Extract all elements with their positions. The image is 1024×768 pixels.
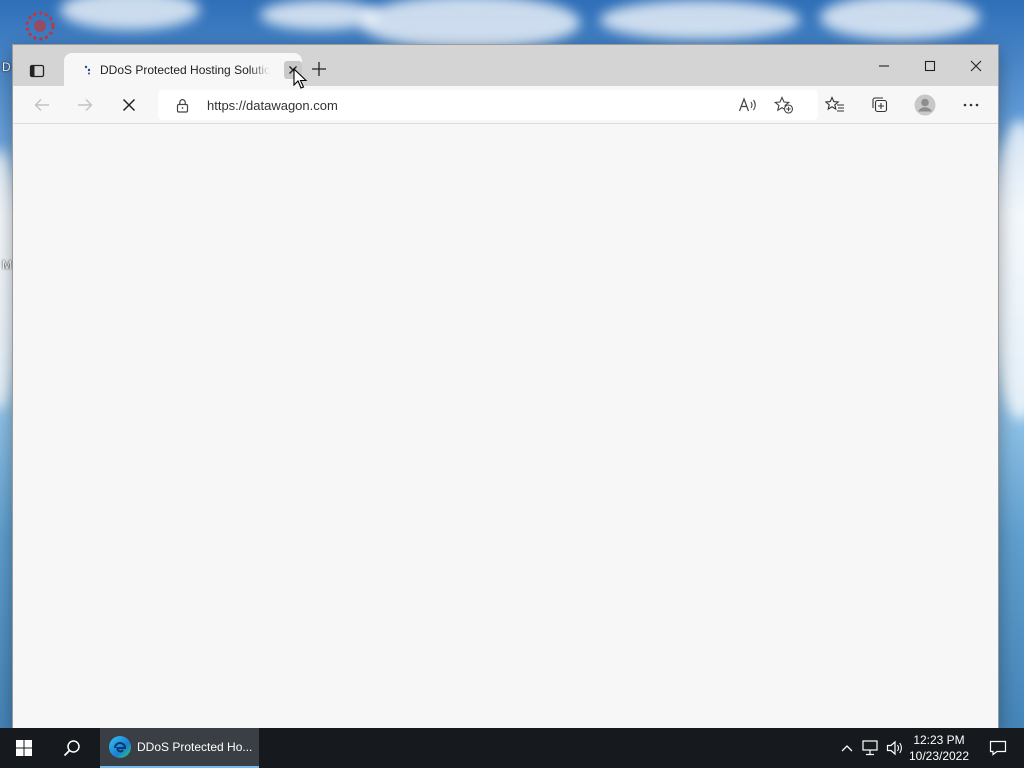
- search-icon[interactable]: [48, 728, 96, 768]
- network-icon[interactable]: [860, 737, 882, 759]
- toolbar: https://datawagon.com: [13, 86, 998, 124]
- browser-tab[interactable]: DDoS Protected Hosting Solutions: [64, 53, 302, 86]
- taskbar-app-edge[interactable]: DDoS Protected Ho...: [100, 728, 259, 768]
- lock-icon[interactable]: [174, 97, 190, 113]
- title-bar: DDoS Protected Hosting Solutions: [13, 45, 998, 86]
- favorites-icon[interactable]: [820, 91, 850, 119]
- url-text[interactable]: https://datawagon.com: [207, 98, 338, 113]
- tab-title: DDoS Protected Hosting Solutions: [100, 62, 270, 77]
- notification-icon[interactable]: [978, 728, 1018, 768]
- star-add-icon[interactable]: [772, 94, 796, 116]
- profile-icon[interactable]: [910, 91, 940, 119]
- taskbar-app-label: DDoS Protected Ho...: [137, 740, 253, 754]
- taskbar: DDoS Protected Ho... 12:23 PM 10/23/2022: [0, 728, 1024, 768]
- desktop-icon[interactable]: [18, 6, 62, 46]
- close-window-icon[interactable]: [953, 45, 999, 86]
- desktop-label-fragment: D: [2, 60, 11, 74]
- collections-icon[interactable]: [865, 91, 895, 119]
- stop-icon[interactable]: [114, 91, 144, 119]
- mouse-cursor-icon: [293, 68, 308, 89]
- system-clock[interactable]: 12:23 PM 10/23/2022: [902, 732, 976, 764]
- windows-icon[interactable]: [0, 728, 48, 768]
- loading-dots-icon: [80, 62, 96, 78]
- plus-icon[interactable]: [307, 57, 331, 81]
- edge-icon: [108, 735, 132, 759]
- clock-time: 12:23 PM: [913, 733, 965, 747]
- more-icon[interactable]: [956, 91, 986, 119]
- read-aloud-icon[interactable]: [736, 94, 760, 116]
- arrow-left-icon[interactable]: [27, 91, 57, 119]
- maximize-icon[interactable]: [907, 45, 953, 86]
- desktop-label-fragment: M: [2, 258, 12, 272]
- page-content: [13, 125, 998, 729]
- chevron-up-icon[interactable]: [836, 737, 858, 759]
- tab-actions-icon[interactable]: [25, 59, 49, 83]
- browser-window: DDoS Protected Hosting Solutions https:/…: [12, 44, 999, 729]
- clock-date: 10/23/2022: [908, 749, 970, 763]
- arrow-right-icon[interactable]: [70, 91, 100, 119]
- minimize-icon[interactable]: [861, 45, 907, 86]
- address-bar[interactable]: https://datawagon.com: [158, 90, 818, 120]
